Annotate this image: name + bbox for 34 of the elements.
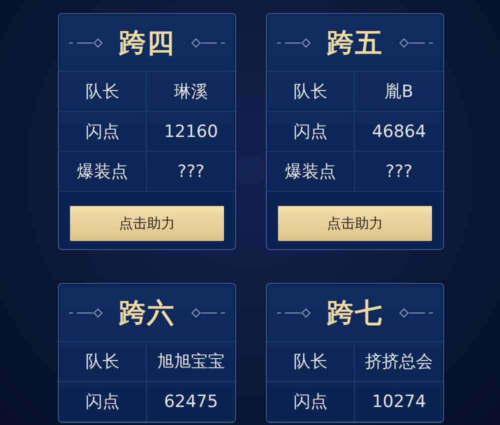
card-title: 跨七 (327, 296, 383, 330)
card-title: 跨六 (119, 296, 175, 330)
row-label: 队长 (294, 351, 328, 373)
row-label: 闪点 (86, 391, 120, 413)
ornament-icon (277, 308, 313, 318)
row-label: 队长 (294, 81, 328, 103)
row-value: ??? (177, 162, 205, 182)
row-label: 队长 (86, 81, 120, 103)
boost-button[interactable]: 点击助力 (278, 206, 432, 241)
boost-button[interactable]: 点击助力 (70, 206, 224, 241)
row-value: 旭旭宝宝 (157, 351, 225, 373)
row-label: 闪点 (294, 391, 328, 413)
ornament-icon (277, 38, 313, 48)
row-value: 46864 (372, 122, 426, 142)
card-title: 跨四 (119, 26, 175, 60)
card-title: 跨五 (327, 26, 383, 60)
row-value: 62475 (164, 392, 218, 412)
row-label: 闪点 (86, 121, 120, 143)
row-value: ??? (385, 162, 413, 182)
row-value: 10274 (372, 392, 426, 412)
ornament-icon (69, 308, 105, 318)
row-value: 挤挤总会 (365, 351, 433, 373)
ornament-icon (189, 308, 225, 318)
row-label: 队长 (86, 351, 120, 373)
row-value: 12160 (164, 122, 218, 142)
row-value: 胤B (384, 81, 414, 103)
ornament-icon (397, 38, 433, 48)
ornament-icon (69, 38, 105, 48)
ornament-icon (189, 38, 225, 48)
row-label: 闪点 (294, 121, 328, 143)
row-value: 琳溪 (174, 81, 208, 103)
row-label: 爆装点 (285, 161, 336, 183)
row-label: 爆装点 (77, 161, 128, 183)
ornament-icon (397, 308, 433, 318)
